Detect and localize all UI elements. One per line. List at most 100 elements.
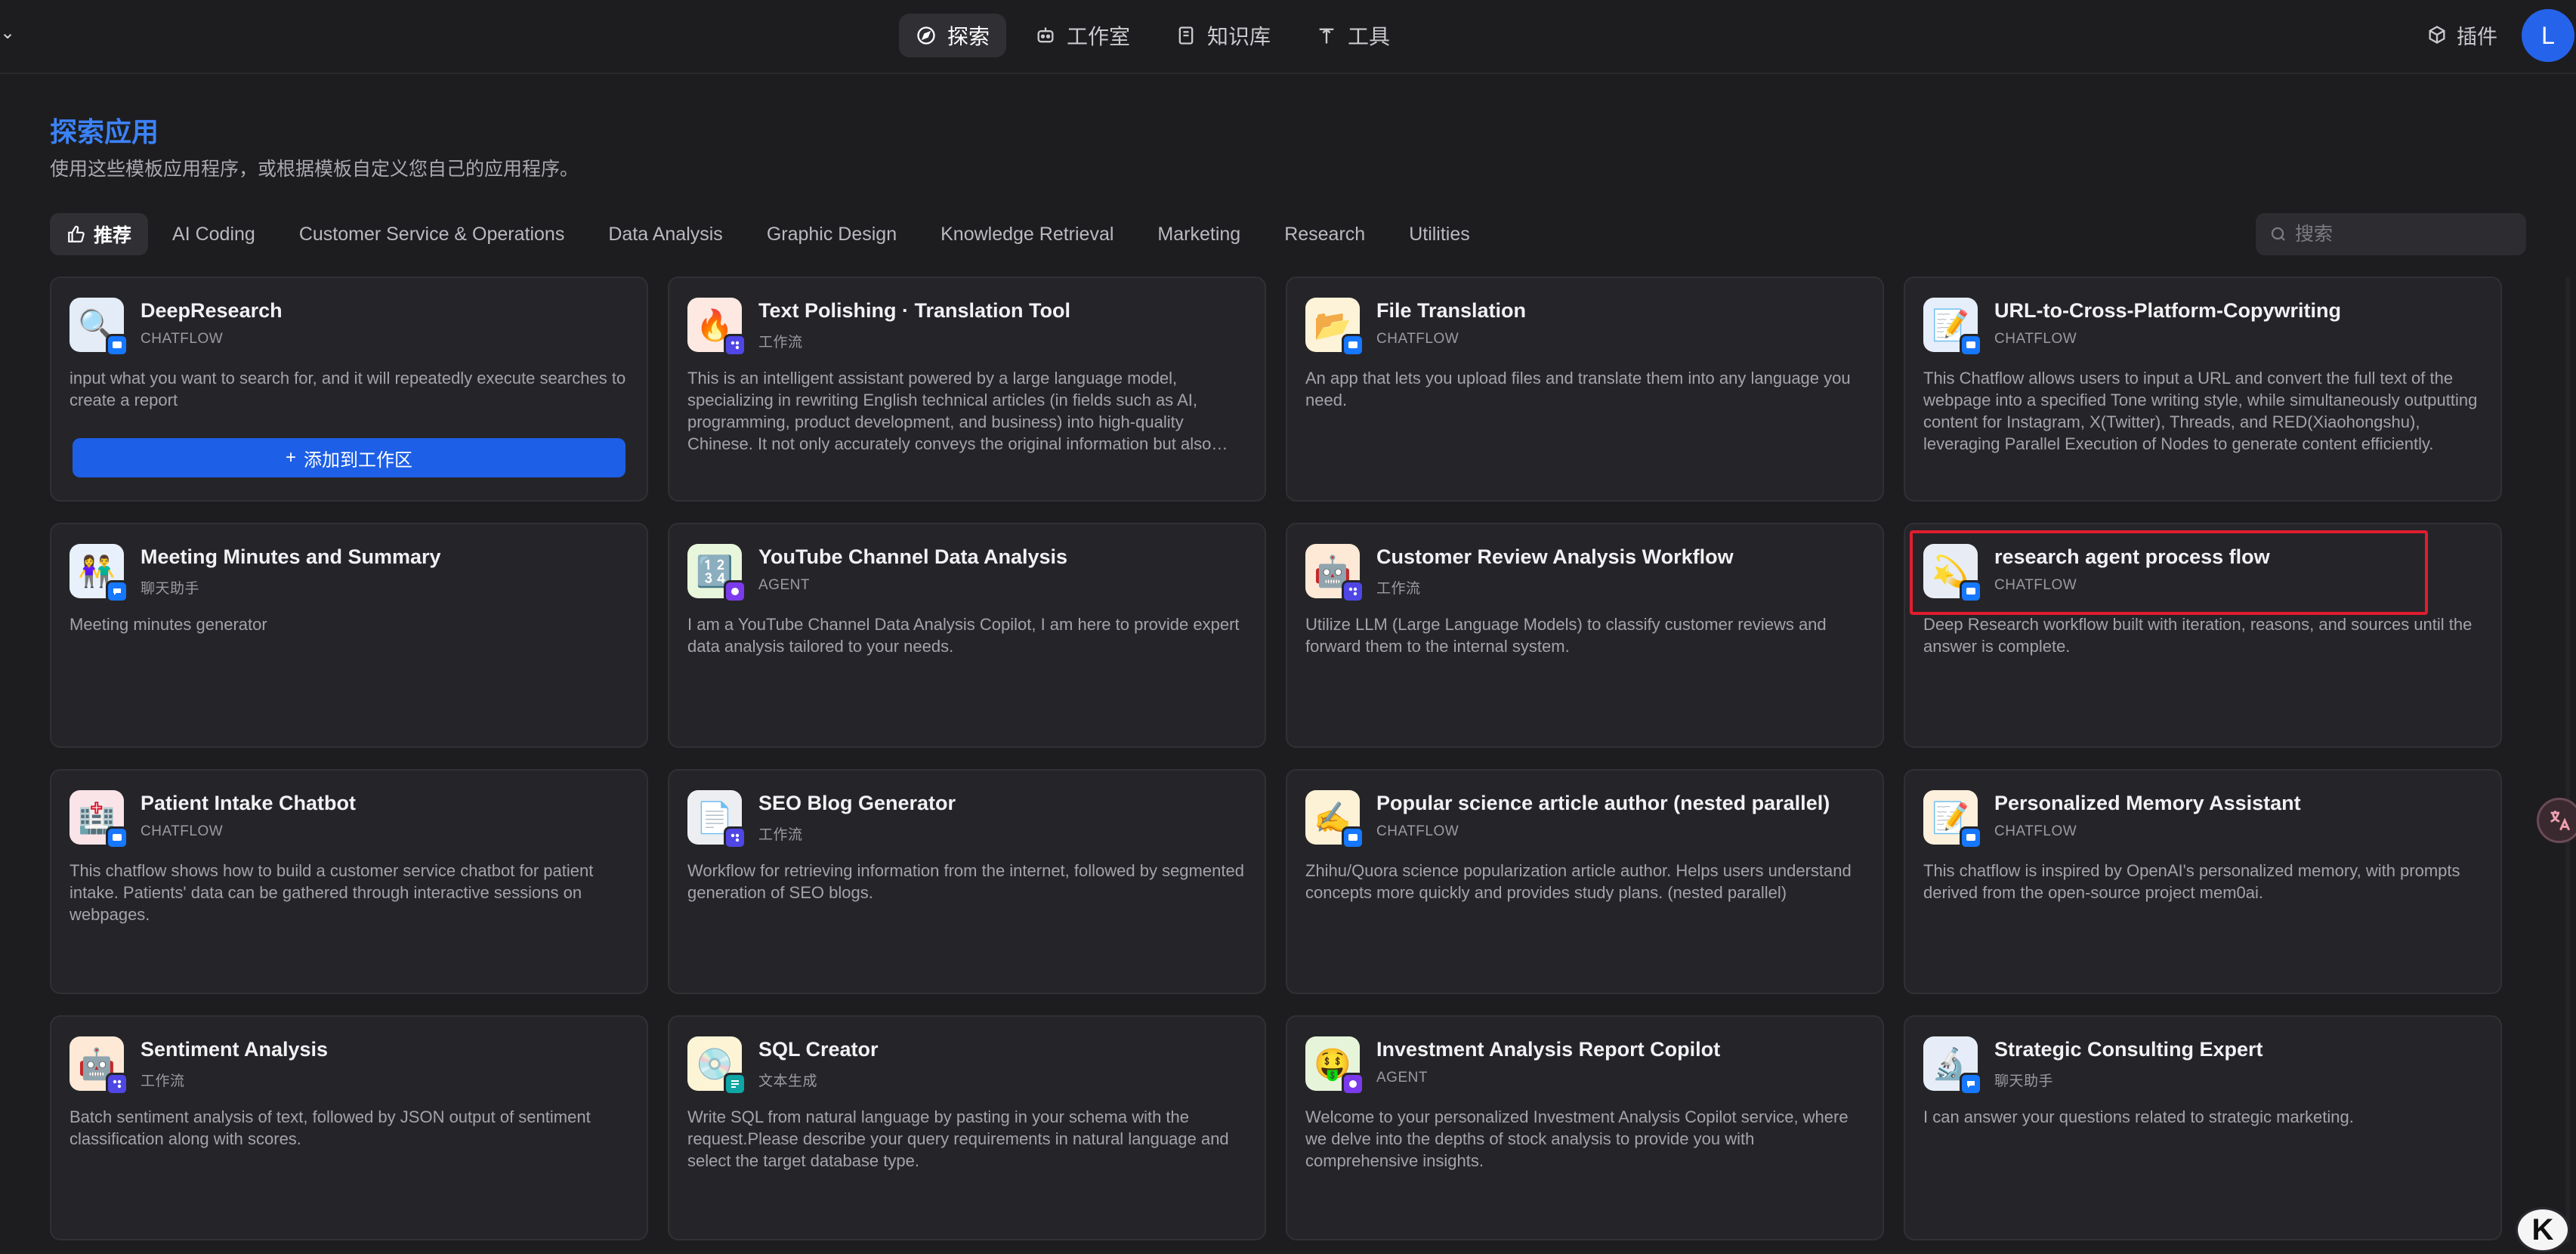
page-subtitle: 使用这些模板应用程序，或根据模板自定义您自己的应用程序。 xyxy=(50,159,579,180)
app-type: 工作流 xyxy=(758,827,803,843)
k-logo-icon[interactable]: K xyxy=(2516,1207,2570,1252)
app-card-meeting-minutes[interactable]: 👫 Meeting Minutes and Summary 聊天助手 Meeti… xyxy=(50,523,648,748)
nav-studio-label: 工作室 xyxy=(1067,25,1131,48)
app-card-sentiment-analysis[interactable]: 🤖 Sentiment Analysis 工作流 Batch sentiment… xyxy=(50,1015,648,1240)
tab-customer-service[interactable]: Customer Service & Operations xyxy=(280,213,585,255)
tool-icon xyxy=(1319,28,1334,44)
category-tabs: 推荐 AI Coding Customer Service & Operatio… xyxy=(50,213,1490,255)
nav-explore[interactable]: 探索 xyxy=(899,14,1007,57)
app-card-text-polishing[interactable]: 🔥 Text Polishing · Translation Tool 工作流 … xyxy=(668,276,1266,502)
app-name: Sentiment Analysis xyxy=(141,1038,329,1061)
app-type: CHATFLOW xyxy=(1994,577,2077,593)
app-card-investment-analysis[interactable]: 🤑 Investment Analysis Report Copilot AGE… xyxy=(1286,1015,1884,1240)
tab-marketing[interactable]: Marketing xyxy=(1138,213,1260,255)
nav-tools[interactable]: 工具 xyxy=(1299,14,1407,57)
tab-recommended[interactable]: 推荐 xyxy=(50,213,149,255)
text-generation-badge-icon xyxy=(724,1073,746,1095)
app-name: SQL Creator xyxy=(758,1038,879,1061)
app-description: Deep Research workflow built with iterat… xyxy=(1923,615,2473,656)
app-card-youtube-analysis[interactable]: 🔢 YouTube Channel Data Analysis AGENT I … xyxy=(668,523,1266,748)
robot-icon xyxy=(1037,27,1054,43)
translate-icon[interactable] xyxy=(2537,798,2576,843)
app-name: Popular science article author (nested p… xyxy=(1376,792,1830,814)
app-description: Welcome to your personalized Investment … xyxy=(1305,1107,1849,1170)
chatflow-badge-icon xyxy=(1342,826,1364,849)
tab-data-analysis[interactable]: Data Analysis xyxy=(588,213,742,255)
app-description: This is an intelligent assistant powered… xyxy=(687,369,1212,453)
app-type: 工作流 xyxy=(1376,581,1421,597)
chatflow-badge-icon xyxy=(106,334,128,357)
app-name: SEO Blog Generator xyxy=(758,792,956,814)
chatflow-badge-icon xyxy=(1960,334,1982,357)
app-name: Meeting Minutes and Summary xyxy=(141,545,441,568)
add-to-workspace-button[interactable]: + 添加到工作区 xyxy=(73,438,625,477)
app-card-customer-review[interactable]: 🤖 Customer Review Analysis Workflow 工作流 … xyxy=(1286,523,1884,748)
app-card-personalized-memory[interactable]: 📝 Personalized Memory Assistant CHATFLOW… xyxy=(1904,769,2502,994)
app-type: 聊天助手 xyxy=(141,581,200,597)
app-name: Patient Intake Chatbot xyxy=(141,792,357,814)
tab-ai-coding[interactable]: AI Coding xyxy=(153,213,275,255)
nav-studio[interactable]: 工作室 xyxy=(1018,14,1147,57)
app-type: CHATFLOW xyxy=(1376,823,1459,839)
agent-badge-icon xyxy=(724,580,746,603)
main-nav: 探索 工作室 知识库 工具 xyxy=(899,14,1407,57)
app-description: This chatflow shows how to build a custo… xyxy=(69,861,594,924)
top-bar: ⌄ 探索 工作室 知识库 工具 插件 L xyxy=(0,0,2576,74)
add-to-workspace-label: 添加到工作区 xyxy=(304,449,412,471)
workflow-badge-icon xyxy=(724,826,746,849)
app-card-url-copywriting[interactable]: 📝 URL-to-Cross-Platform-Copywriting CHAT… xyxy=(1904,276,2502,502)
workflow-badge-icon xyxy=(1342,580,1364,603)
app-card-seo-blog[interactable]: 📄 SEO Blog Generator 工作流 Workflow for re… xyxy=(668,769,1266,994)
tab-research[interactable]: Research xyxy=(1265,213,1385,255)
app-name: Investment Analysis Report Copilot xyxy=(1376,1038,1721,1061)
agent-badge-icon xyxy=(1342,1073,1364,1095)
app-description: Batch sentiment analysis of text, follow… xyxy=(69,1107,591,1148)
chat-assistant-badge-icon xyxy=(106,580,128,603)
app-card-deepresearch[interactable]: 🔍 DeepResearch CHATFLOW input what you w… xyxy=(50,276,648,502)
app-card-sql-creator[interactable]: 💿 SQL Creator 文本生成 Write SQL from natura… xyxy=(668,1015,1266,1240)
app-description: This Chatflow allows users to input a UR… xyxy=(1923,369,2478,453)
search-box xyxy=(2256,213,2526,255)
compass-icon xyxy=(917,26,935,45)
search-input[interactable] xyxy=(2295,223,2507,246)
app-name: DeepResearch xyxy=(141,299,283,322)
avatar[interactable]: L xyxy=(2522,9,2574,62)
scrollbar[interactable] xyxy=(2565,276,2570,1243)
tab-utilities[interactable]: Utilities xyxy=(1389,213,1490,255)
tab-knowledge-retrieval[interactable]: Knowledge Retrieval xyxy=(921,213,1133,255)
search-icon xyxy=(2271,227,2285,241)
plus-icon: + xyxy=(285,447,296,468)
app-card-strategic-consulting[interactable]: 🔬 Strategic Consulting Expert 聊天助手 I can… xyxy=(1904,1015,2502,1240)
app-description: An app that lets you upload files and tr… xyxy=(1305,369,1851,409)
app-card-research-agent[interactable]: 💫 research agent process flow CHATFLOW D… xyxy=(1904,523,2502,748)
chatflow-badge-icon xyxy=(106,826,128,849)
app-type: 工作流 xyxy=(141,1073,185,1089)
app-type: CHATFLOW xyxy=(141,331,224,347)
chevron-down-icon[interactable]: ⌄ xyxy=(0,24,15,42)
app-type: 工作流 xyxy=(758,335,803,351)
tab-graphic-design[interactable]: Graphic Design xyxy=(747,213,916,255)
app-type: CHATFLOW xyxy=(1994,331,2077,347)
tab-recommended-label: 推荐 xyxy=(94,225,132,246)
app-name: Text Polishing · Translation Tool xyxy=(758,299,1071,322)
app-description: Workflow for retrieving information from… xyxy=(687,861,1244,902)
app-description: input what you want to search for, and i… xyxy=(69,369,626,409)
app-name: YouTube Channel Data Analysis xyxy=(758,545,1068,568)
app-card-file-translation[interactable]: 📂 File Translation CHATFLOW An app that … xyxy=(1286,276,1884,502)
workflow-badge-icon xyxy=(106,1073,128,1095)
plugins-label: 插件 xyxy=(2457,25,2497,48)
app-name: Customer Review Analysis Workflow xyxy=(1376,545,1734,568)
app-name: File Translation xyxy=(1376,299,1527,322)
chatflow-badge-icon xyxy=(1960,580,1982,603)
app-type: CHATFLOW xyxy=(1376,331,1459,347)
app-card-patient-intake[interactable]: 🏥 Patient Intake Chatbot CHATFLOW This c… xyxy=(50,769,648,994)
nav-knowledge[interactable]: 知识库 xyxy=(1159,14,1287,57)
app-type: CHATFLOW xyxy=(1994,823,2077,839)
app-grid: 🔍 DeepResearch CHATFLOW input what you w… xyxy=(50,276,2503,1254)
nav-explore-label: 探索 xyxy=(947,25,990,48)
thumbs-up-icon xyxy=(68,225,85,242)
app-type: AGENT xyxy=(758,577,810,593)
plugins-link[interactable]: 插件 xyxy=(2426,18,2497,51)
book-icon xyxy=(1178,26,1194,45)
app-card-popular-science[interactable]: ✍️ Popular science article author (neste… xyxy=(1286,769,1884,994)
